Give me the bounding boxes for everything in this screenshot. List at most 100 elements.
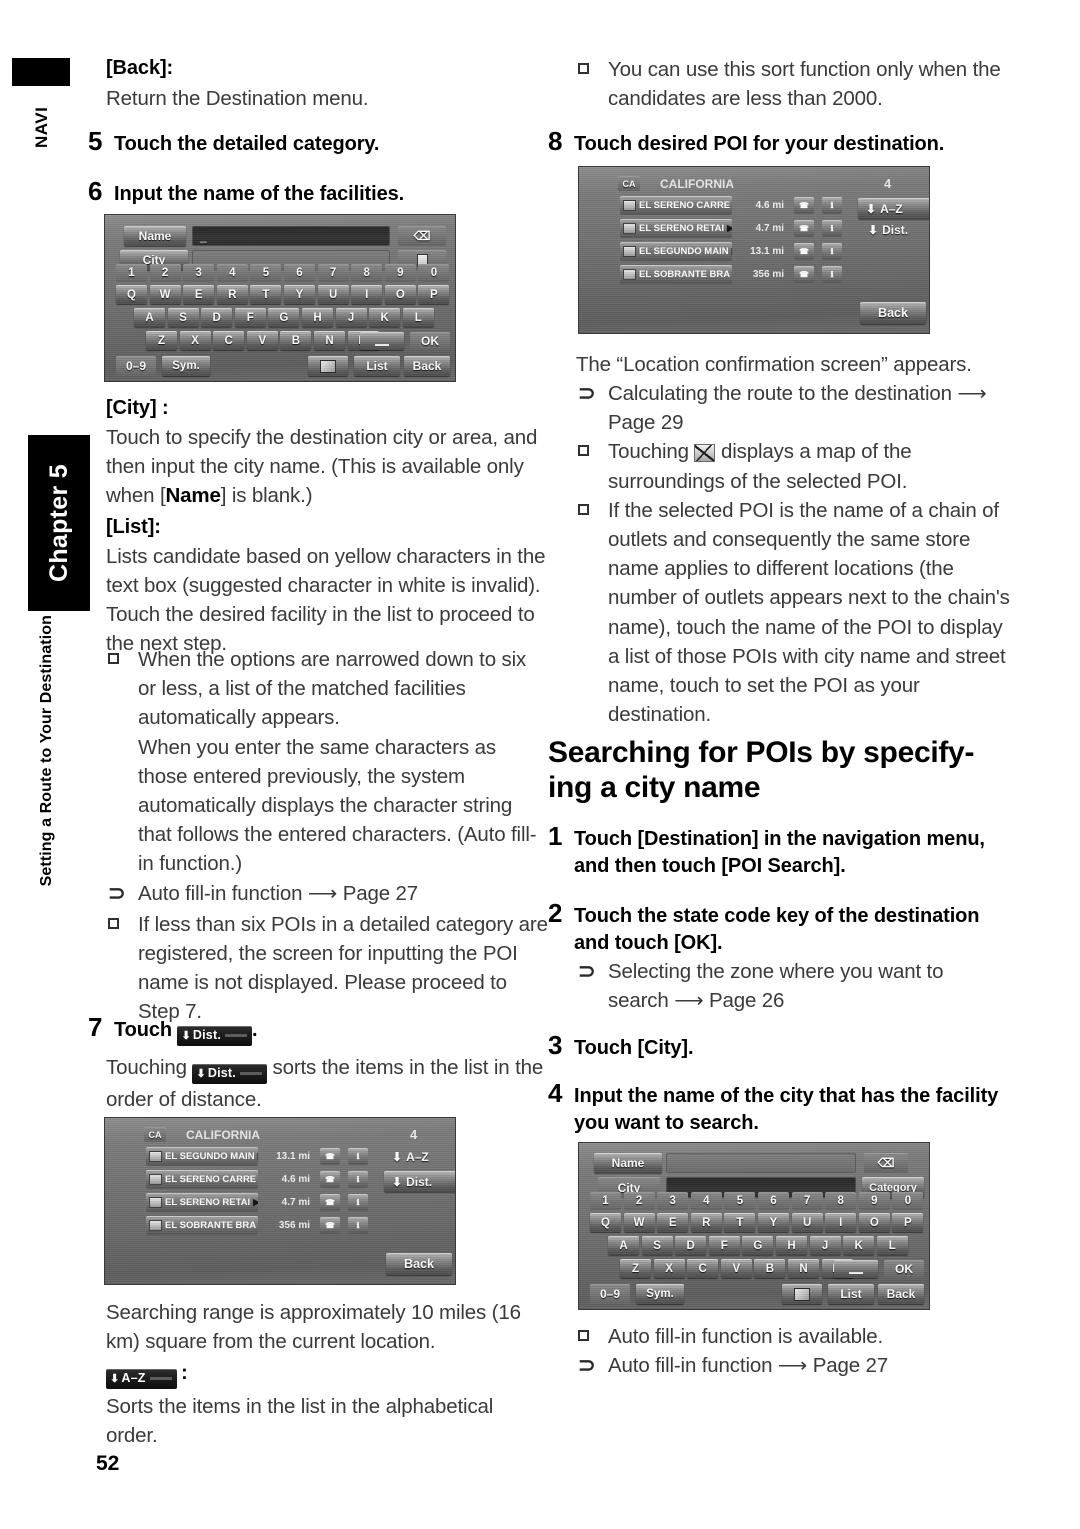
sort-az-button[interactable]: ⬇ A–Z xyxy=(858,198,929,219)
name-text-field[interactable] xyxy=(666,1153,856,1173)
kbcity-key-R[interactable]: R xyxy=(690,1213,722,1232)
list-key[interactable]: List xyxy=(354,356,400,376)
kbcity-key-N[interactable]: N xyxy=(788,1259,819,1278)
table-row[interactable]: EL SEGUNDO MAIN▶ 13.1 mi ☎ ℹ xyxy=(146,1147,376,1166)
kbname-key-F[interactable]: F xyxy=(234,308,266,327)
kbname-key-L[interactable]: L xyxy=(402,308,434,327)
kbcity-key-9[interactable]: 9 xyxy=(858,1192,890,1210)
kbname-key-X[interactable]: X xyxy=(179,331,211,350)
kbcity-key-0[interactable]: 0 xyxy=(892,1192,924,1210)
kbcity-key-W[interactable]: W xyxy=(623,1213,655,1232)
kbcity-key-8[interactable]: 8 xyxy=(825,1192,857,1210)
back-key[interactable]: Back xyxy=(878,1284,924,1304)
info-icon[interactable]: ℹ xyxy=(822,220,842,237)
kbcity-key-V[interactable]: V xyxy=(720,1259,752,1278)
kbcity-key-7[interactable]: 7 xyxy=(791,1192,823,1210)
space-key[interactable] xyxy=(360,332,404,350)
info-icon[interactable]: ℹ xyxy=(822,243,842,260)
map-icon[interactable] xyxy=(782,1284,822,1304)
symbol-key[interactable]: Sym. xyxy=(636,1284,684,1304)
kbcity-key-O[interactable]: O xyxy=(858,1213,890,1232)
table-row[interactable]: EL SERENO RETAI▶ 4.7 mi ☎ ℹ xyxy=(620,219,850,238)
kbcity-key-Q[interactable]: Q xyxy=(590,1213,621,1232)
sort-dist-button[interactable]: ⬇ Dist. xyxy=(868,223,908,237)
info-icon[interactable]: ℹ xyxy=(348,1194,368,1211)
kbcity-key-G[interactable]: G xyxy=(742,1236,774,1255)
table-row[interactable]: EL SERENO RETAI▶ 4.7 mi ☎ ℹ xyxy=(146,1193,376,1212)
poi-az-name[interactable]: EL SERENO RETAI▶ xyxy=(146,1193,258,1212)
kbname-key-2[interactable]: 2 xyxy=(149,264,181,282)
kbname-key-1[interactable]: 1 xyxy=(116,264,147,282)
phone-icon[interactable]: ☎ xyxy=(320,1194,340,1211)
kbcity-key-T[interactable]: T xyxy=(724,1213,756,1232)
kbcity-key-A[interactable]: A xyxy=(608,1236,639,1255)
kbname-key-A[interactable]: A xyxy=(134,308,165,327)
kbname-key-I[interactable]: I xyxy=(351,285,383,304)
kbcity-key-H[interactable]: H xyxy=(776,1236,807,1255)
info-icon[interactable]: ℹ xyxy=(348,1171,368,1188)
phone-icon[interactable]: ☎ xyxy=(320,1148,340,1165)
kbcity-key-D[interactable]: D xyxy=(675,1236,707,1255)
kbcity-key-Y[interactable]: Y xyxy=(758,1213,789,1232)
table-row[interactable]: EL SOBRANTE BRA▶ 356 mi ☎ ℹ xyxy=(146,1216,376,1235)
poi-dist-name[interactable]: EL SEGUNDO MAIN▶ xyxy=(620,242,732,261)
field-tab-name[interactable]: Name xyxy=(124,226,186,246)
kbname-key-6[interactable]: 6 xyxy=(284,264,315,282)
kbcity-key-S[interactable]: S xyxy=(641,1236,673,1255)
kbcity-key-Z[interactable]: Z xyxy=(620,1259,651,1278)
symbol-key[interactable]: Sym. xyxy=(162,356,210,376)
kbcity-key-3[interactable]: 3 xyxy=(657,1192,689,1210)
kbcity-key-J[interactable]: J xyxy=(809,1236,841,1255)
phone-icon[interactable]: ☎ xyxy=(794,197,814,214)
digits-toggle-key[interactable]: 0–9 xyxy=(590,1284,630,1304)
kbcity-key-4[interactable]: 4 xyxy=(690,1192,722,1210)
kbname-key-V[interactable]: V xyxy=(246,331,278,350)
kbname-key-G[interactable]: G xyxy=(268,308,300,327)
phone-icon[interactable]: ☎ xyxy=(794,243,814,260)
kbname-key-Y[interactable]: Y xyxy=(284,285,315,304)
kbname-key-U[interactable]: U xyxy=(317,285,349,304)
kbcity-key-C[interactable]: C xyxy=(687,1259,719,1278)
table-row[interactable]: EL SERENO CARRE▶ 4.6 mi ☎ ℹ xyxy=(620,196,850,215)
kbname-key-Q[interactable]: Q xyxy=(116,285,147,304)
space-key[interactable] xyxy=(834,1260,878,1278)
kbcity-key-U[interactable]: U xyxy=(791,1213,823,1232)
kbcity-key-6[interactable]: 6 xyxy=(758,1192,789,1210)
table-row[interactable]: EL SOBRANTE BRA▶ 356 mi ☎ ℹ xyxy=(620,265,850,284)
poi-az-name[interactable]: EL SERENO CARRE▶ xyxy=(146,1170,258,1189)
kbname-key-7[interactable]: 7 xyxy=(317,264,349,282)
kbcity-key-B[interactable]: B xyxy=(754,1259,786,1278)
poi-list-dist-back-button[interactable]: Back xyxy=(860,302,926,324)
backspace-icon[interactable]: ⌫ xyxy=(398,226,446,246)
table-row[interactable]: EL SERENO CARRE▶ 4.6 mi ☎ ℹ xyxy=(146,1170,376,1189)
kbname-key-B[interactable]: B xyxy=(280,331,312,350)
ok-key[interactable]: OK xyxy=(884,1260,924,1278)
kbcity-key-5[interactable]: 5 xyxy=(724,1192,756,1210)
kbname-key-4[interactable]: 4 xyxy=(216,264,248,282)
digits-toggle-key[interactable]: 0–9 xyxy=(116,356,156,376)
phone-icon[interactable]: ☎ xyxy=(320,1171,340,1188)
poi-dist-name[interactable]: EL SERENO CARRE▶ xyxy=(620,196,732,215)
poi-dist-name[interactable]: EL SERENO RETAI▶ xyxy=(620,219,732,238)
info-icon[interactable]: ℹ xyxy=(822,197,842,214)
kbcity-key-X[interactable]: X xyxy=(653,1259,685,1278)
kbcity-key-E[interactable]: E xyxy=(657,1213,689,1232)
kbcity-key-P[interactable]: P xyxy=(892,1213,924,1232)
kbname-key-D[interactable]: D xyxy=(201,308,233,327)
kbname-key-P[interactable]: P xyxy=(418,285,450,304)
field-tab-name[interactable]: Name xyxy=(594,1153,662,1173)
info-icon[interactable]: ℹ xyxy=(348,1148,368,1165)
kbname-key-E[interactable]: E xyxy=(183,285,215,304)
kbname-key-W[interactable]: W xyxy=(149,285,181,304)
map-icon[interactable] xyxy=(308,356,348,376)
poi-az-name[interactable]: EL SEGUNDO MAIN▶ xyxy=(146,1147,258,1166)
name-text-field[interactable]: _ xyxy=(192,226,390,246)
back-key[interactable]: Back xyxy=(404,356,450,376)
kbname-key-J[interactable]: J xyxy=(335,308,367,327)
kbcity-key-1[interactable]: 1 xyxy=(590,1192,621,1210)
kbcity-key-F[interactable]: F xyxy=(708,1236,740,1255)
kbname-key-T[interactable]: T xyxy=(250,285,282,304)
kbname-key-Z[interactable]: Z xyxy=(146,331,177,350)
kbcity-key-2[interactable]: 2 xyxy=(623,1192,655,1210)
table-row[interactable]: EL SEGUNDO MAIN▶ 13.1 mi ☎ ℹ xyxy=(620,242,850,261)
